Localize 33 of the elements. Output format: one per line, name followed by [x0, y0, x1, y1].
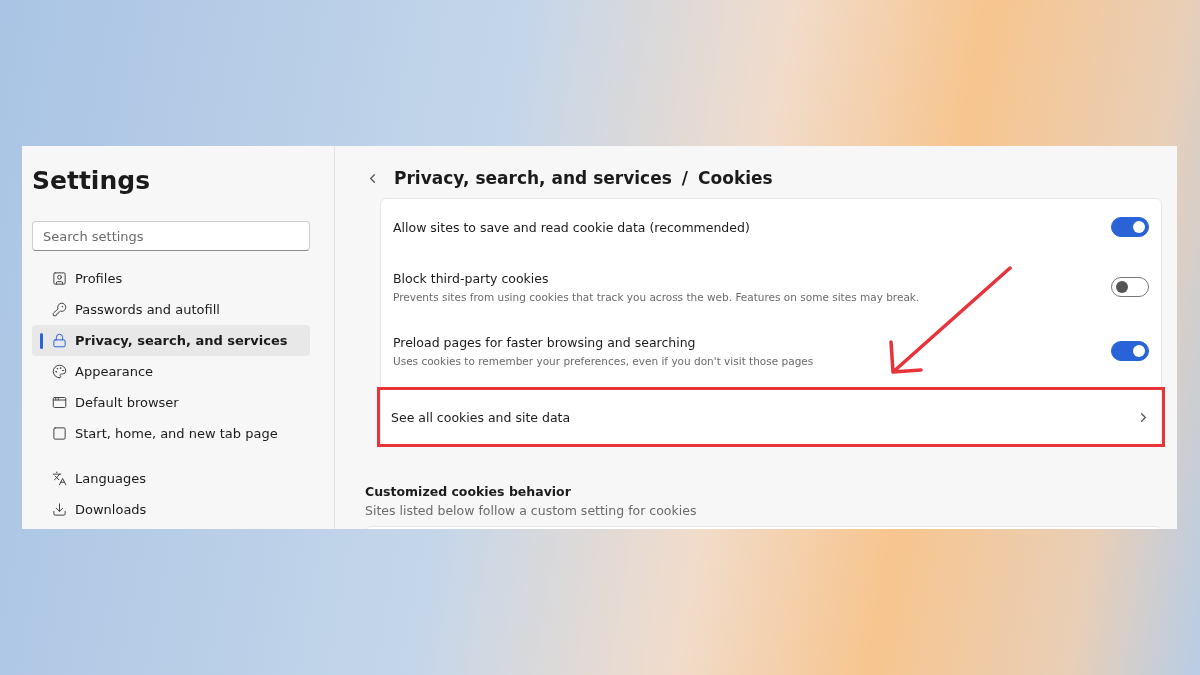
breadcrumb-separator: /	[681, 168, 689, 188]
sidebar-item[interactable]: Default browser	[32, 387, 310, 418]
highlighted-link-row[interactable]: See all cookies and site data	[379, 389, 1163, 445]
search-field[interactable]: Search settings	[32, 221, 310, 251]
sidebar-item[interactable]: Start, home, and new tab page	[32, 418, 310, 449]
sidebar-item[interactable]: Appearance	[32, 356, 310, 387]
sidebar-item[interactable]: Privacy, search, and services	[32, 325, 310, 356]
sidebar-icon	[52, 302, 67, 317]
sidebar-item[interactable]: Downloads	[32, 494, 310, 525]
breadcrumb-item: Cookies	[698, 168, 773, 188]
sidebar-item[interactable]: Passwords and autofill	[32, 294, 310, 325]
setting-description: Prevents sites from using cookies that track you across the web. Features on some sites may break.	[393, 291, 920, 303]
toggle-switch[interactable]	[1111, 217, 1149, 237]
sidebar-item[interactable]: Profiles	[32, 263, 310, 294]
setting-label: Block third-party cookies	[393, 271, 550, 286]
setting-label: Allow sites to save and read cookie data (recommended)	[393, 219, 750, 235]
sidebar-icon	[52, 395, 67, 410]
sidebar-icon	[52, 364, 67, 379]
selection-indicator	[40, 333, 43, 349]
setting-description: Uses cookies to remember your preferences, even if you don't visit those pages	[393, 355, 814, 367]
sidebar-icon	[52, 333, 67, 348]
sidebar-icon	[52, 471, 67, 486]
sidebar-item[interactable]: Languages	[32, 463, 310, 494]
section-title: Customized cookies behavior	[365, 484, 572, 499]
settings-title: Settings	[32, 166, 151, 195]
breadcrumb-item[interactable]: Privacy, search, and services	[394, 168, 672, 188]
section-subtitle: Sites listed below follow a custom setting for cookies	[365, 503, 698, 518]
sidebar-icon	[52, 426, 67, 441]
toggle-switch[interactable]	[1111, 341, 1149, 361]
setting-label: Preload pages for faster browsing and searching	[393, 335, 697, 350]
toggle-switch[interactable]	[1111, 277, 1149, 297]
sidebar-icon	[52, 502, 67, 517]
sidebar-icon	[52, 271, 67, 286]
